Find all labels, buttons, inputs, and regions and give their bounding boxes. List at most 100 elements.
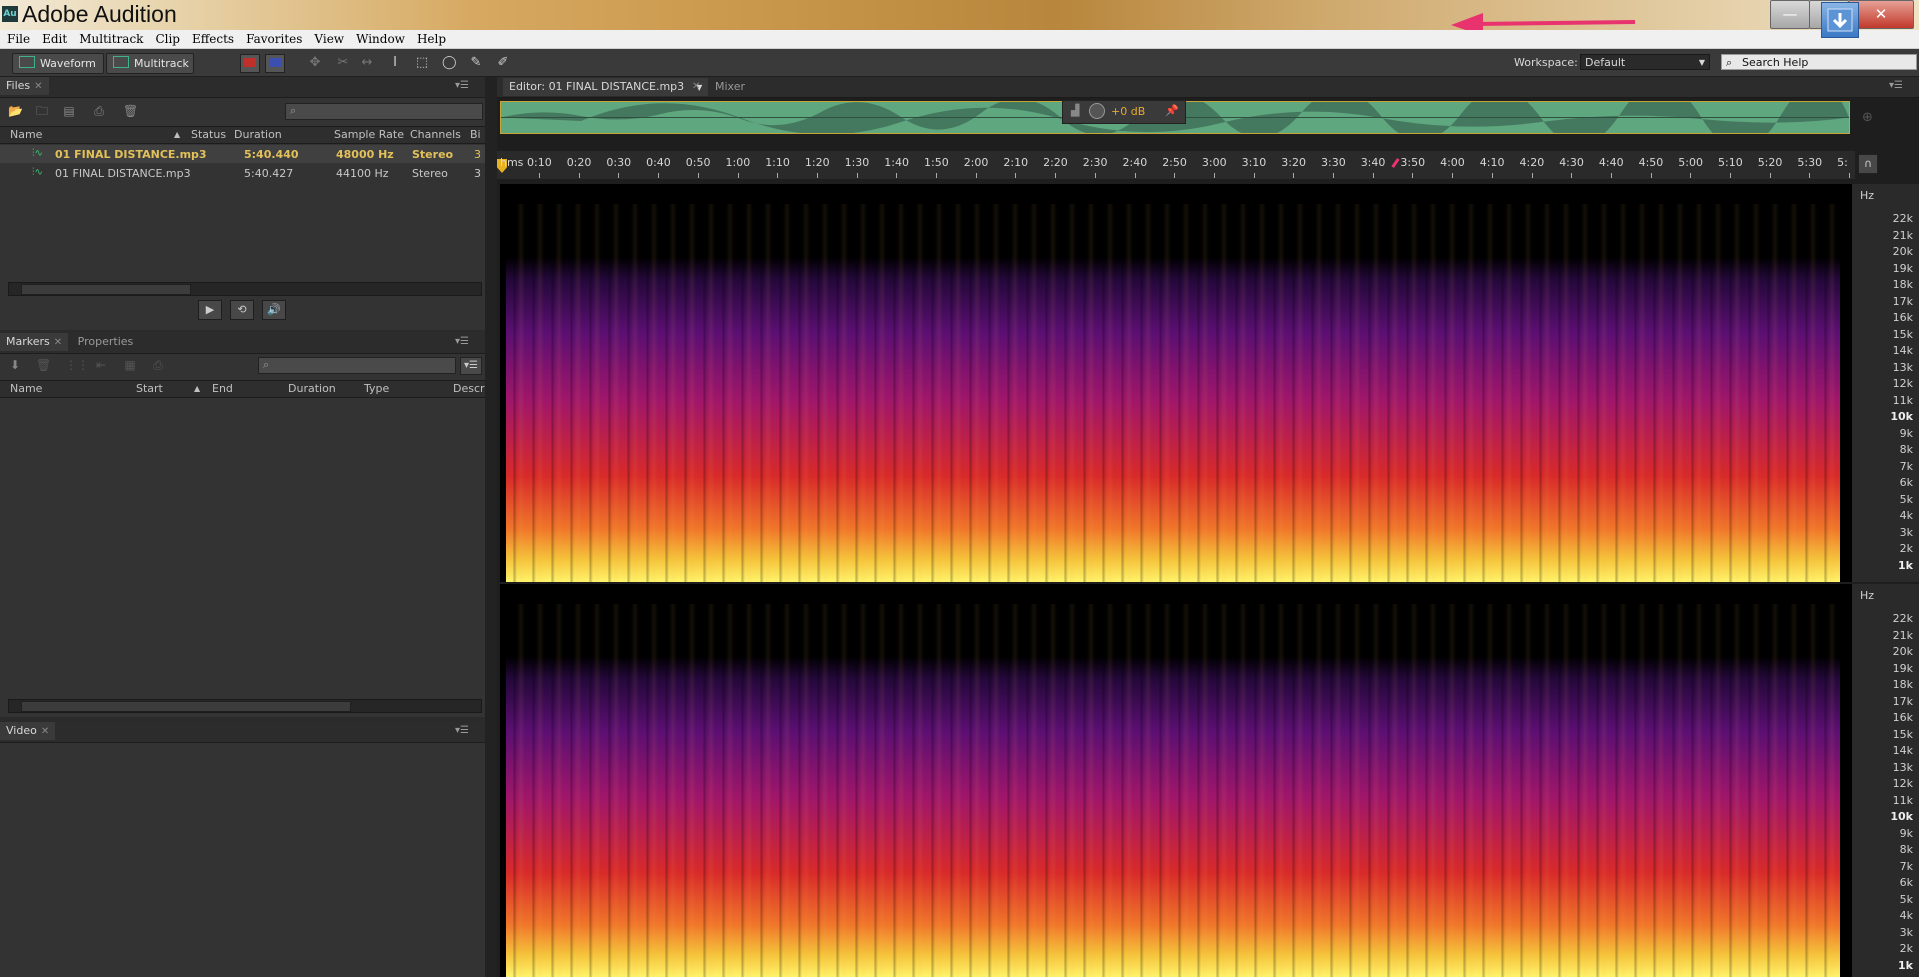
- hz-label: 4k: [1899, 509, 1913, 522]
- lasso-tool-icon[interactable]: ◯: [442, 56, 457, 70]
- menu-help[interactable]: Help: [410, 30, 451, 48]
- autoplay-button[interactable]: 🔊: [262, 300, 286, 320]
- loop-button[interactable]: ⟲: [230, 300, 254, 320]
- pin-icon[interactable]: 📌: [1165, 104, 1179, 117]
- hud-gain-knob[interactable]: [1089, 103, 1105, 119]
- close-icon[interactable]: ✕: [34, 81, 42, 92]
- menu-edit[interactable]: Edit: [35, 30, 72, 48]
- markers-search-input[interactable]: ⌕: [258, 357, 456, 374]
- col-status[interactable]: Status: [191, 128, 226, 141]
- move-tool-icon[interactable]: ✥: [308, 56, 322, 70]
- col-description[interactable]: Descr: [453, 382, 485, 395]
- scroll-thumb[interactable]: [21, 701, 351, 712]
- col-name[interactable]: Name: [10, 128, 42, 141]
- hz-label: 13k: [1892, 760, 1913, 774]
- spectral-channel-right[interactable]: [500, 584, 1852, 977]
- marquee-tool-icon[interactable]: ⬚: [415, 56, 429, 70]
- col-duration[interactable]: Duration: [288, 382, 336, 395]
- tab-video[interactable]: Video ✕: [0, 722, 56, 740]
- timeline-tick-label: 4:10: [1479, 156, 1505, 169]
- waveform-view-button[interactable]: [240, 54, 260, 73]
- files-search-input[interactable]: ⌕: [285, 103, 483, 120]
- export-selection-icon[interactable]: ▦: [123, 358, 137, 372]
- time-selection-tool-icon[interactable]: I: [388, 56, 402, 70]
- insert-into-multitrack-icon[interactable]: ⎙: [92, 104, 106, 118]
- zoom-icon[interactable]: ⊕: [1862, 110, 1873, 125]
- hz-label: 8k: [1899, 443, 1913, 456]
- panel-menu-icon[interactable]: ▾☰: [455, 725, 469, 736]
- panel-menu-icon[interactable]: ▾☰: [455, 80, 469, 91]
- timeline-ruler[interactable]: hms 0:10 0:20 0:30 0:40 0:50 1:00 1:10 1:20 1:30…: [497, 151, 1855, 179]
- markers-panel-header: Markers ✕ Properties ▾☰: [0, 333, 485, 354]
- multitrack-button[interactable]: Multitrack: [106, 53, 194, 74]
- tab-editor[interactable]: Editor: 01 FINAL DISTANCE.mp3 ▼: [503, 78, 709, 96]
- waveform-button[interactable]: Waveform: [12, 53, 104, 74]
- title-bar: Au Adobe Audition — ❐ ✕: [0, 0, 1919, 36]
- files-horizontal-scrollbar[interactable]: [8, 282, 482, 296]
- col-sample-rate[interactable]: Sample Rate: [334, 128, 404, 141]
- panel-menu-icon[interactable]: ▾☰: [455, 336, 469, 347]
- new-file-icon[interactable]: ▤: [62, 104, 76, 118]
- col-start[interactable]: Start: [136, 382, 163, 395]
- timeline-tick-mark: [1372, 173, 1374, 178]
- file-name: 01 FINAL DISTANCE.mp3: [55, 148, 207, 161]
- batch-process-icon[interactable]: ⎙: [151, 358, 165, 372]
- menu-view[interactable]: View: [307, 30, 349, 48]
- panel-menu-icon[interactable]: ▾☰: [1889, 80, 1903, 91]
- current-time-marker: [1391, 158, 1400, 168]
- play-button[interactable]: ▶: [198, 300, 222, 320]
- spectral-view-button[interactable]: [265, 54, 285, 73]
- tab-mixer[interactable]: Mixer: [709, 78, 751, 96]
- search-help-field[interactable]: ⌕ Search Help: [1721, 54, 1917, 70]
- razor-tool-icon[interactable]: ✂: [336, 56, 350, 70]
- hud-gain-value: +0 dB: [1111, 105, 1146, 118]
- file-row-selected[interactable]: ⫶∿ 01 FINAL DISTANCE.mp3 5:40.440 48000 …: [0, 145, 485, 163]
- waveform-label: Waveform: [40, 57, 96, 70]
- panel-splitter[interactable]: [485, 77, 497, 977]
- trash-icon[interactable]: 🗑: [123, 104, 138, 118]
- col-duration[interactable]: Duration: [234, 128, 282, 141]
- timeline-tick-label: 2:00: [963, 156, 989, 169]
- open-file-icon[interactable]: 📂: [8, 104, 23, 118]
- tab-properties[interactable]: Properties: [72, 333, 140, 351]
- col-name[interactable]: Name: [10, 382, 42, 395]
- menu-window[interactable]: Window: [349, 30, 410, 48]
- help-download-icon[interactable]: [1821, 2, 1859, 38]
- hz-label: 14k: [1892, 344, 1913, 357]
- menu-file[interactable]: File: [0, 30, 35, 48]
- insert-playlist-icon[interactable]: ⇤: [94, 358, 108, 372]
- menu-effects[interactable]: Effects: [185, 30, 239, 48]
- col-end[interactable]: End: [212, 382, 233, 395]
- delete-marker-icon[interactable]: 🗑: [36, 358, 51, 372]
- col-bits[interactable]: Bi: [470, 128, 481, 141]
- tab-markers[interactable]: Markers ✕: [0, 333, 69, 351]
- slip-tool-icon[interactable]: ↔: [360, 56, 374, 70]
- add-marker-icon[interactable]: ⬇: [8, 358, 22, 372]
- spectrogram-right-texture: [506, 604, 1840, 977]
- spectral-channel-left[interactable]: [500, 184, 1852, 582]
- col-type[interactable]: Type: [364, 382, 389, 395]
- menu-favorites[interactable]: Favorites: [239, 30, 307, 48]
- tab-files[interactable]: Files ✕: [0, 77, 49, 95]
- snap-icon[interactable]: ∩: [1858, 154, 1878, 174]
- close-icon[interactable]: ✕: [41, 726, 49, 737]
- brush-tool-icon[interactable]: ✎: [469, 56, 483, 70]
- import-file-icon[interactable]: 🗀: [35, 104, 49, 118]
- spectrogram-left-texture: [506, 204, 1840, 582]
- workspace-select[interactable]: Default ▼: [1580, 54, 1710, 70]
- workspace-value: Default: [1585, 56, 1626, 69]
- spot-healing-tool-icon[interactable]: ✐: [496, 56, 510, 70]
- col-channels[interactable]: Channels: [410, 128, 461, 141]
- hud-volume[interactable]: ▟ +0 dB 📌: [1062, 100, 1186, 124]
- markers-horizontal-scrollbar[interactable]: [8, 699, 482, 713]
- scroll-thumb[interactable]: [21, 284, 191, 295]
- minimize-button[interactable]: —: [1770, 0, 1810, 29]
- close-icon[interactable]: ✕: [54, 337, 62, 348]
- file-row[interactable]: ⫶∿ 01 FINAL DISTANCE.mp3 5:40.427 44100 …: [0, 164, 485, 182]
- merge-markers-icon[interactable]: ⋮⋮: [65, 358, 89, 372]
- close-icon[interactable]: ✕: [692, 81, 700, 92]
- menu-multitrack[interactable]: Multitrack: [72, 30, 148, 48]
- menu-clip[interactable]: Clip: [148, 30, 185, 48]
- hz-label: 1k: [1898, 958, 1913, 972]
- filter-menu-icon[interactable]: ▾☰: [460, 357, 482, 375]
